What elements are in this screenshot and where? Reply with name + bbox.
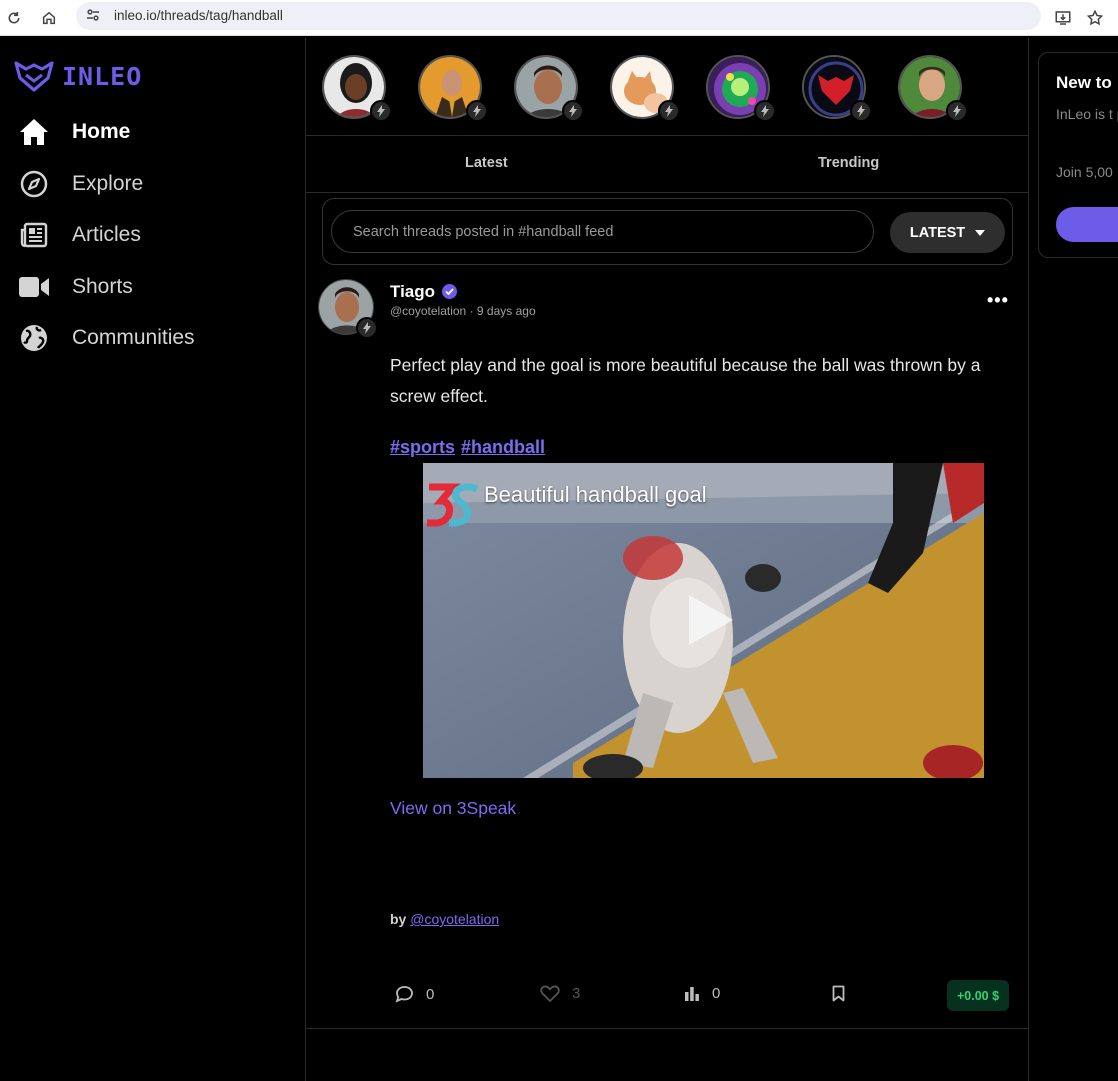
post-body: Perfect play and the goal is more beauti…	[390, 355, 981, 406]
inleo-logo[interactable]: INLEO	[14, 60, 142, 92]
lightning-icon	[562, 100, 584, 122]
comment-icon	[395, 986, 413, 1003]
signup-card-join: Join 5,00	[1056, 164, 1113, 180]
comment-count: 0	[426, 985, 435, 1003]
lightning-icon	[658, 100, 680, 122]
bookmark-icon	[832, 985, 845, 1002]
signup-card: New to InLeo is t platform. Join 5,00	[1038, 52, 1118, 258]
tag-link[interactable]: #sports	[390, 437, 455, 457]
sidebar-item-label: Communities	[72, 326, 195, 349]
sidebar-item-label: Shorts	[72, 275, 133, 298]
sort-dropdown-button[interactable]: LATEST	[890, 212, 1005, 253]
sidebar-item-label: Explore	[72, 172, 144, 195]
comment-button[interactable]: 0	[395, 985, 434, 1003]
address-url[interactable]: inleo.io/threads/tag/handball	[114, 8, 283, 23]
sidebar-item-home[interactable]: Home	[18, 116, 130, 148]
lightning-icon	[370, 100, 392, 122]
more-options-icon[interactable]: •••	[987, 290, 1009, 311]
tab-trending[interactable]: Trending	[818, 155, 879, 171]
signup-card-text: InLeo is t platform.	[1056, 106, 1118, 122]
sidebar-item-label: Articles	[72, 223, 141, 246]
views-count: 0	[712, 985, 721, 1002]
lightning-icon	[356, 317, 378, 339]
home-browser-icon[interactable]	[38, 7, 60, 29]
logo-wordmark: INLEO	[62, 61, 143, 91]
story-avatar[interactable]	[514, 55, 584, 122]
lightning-icon	[850, 100, 872, 122]
like-count: 3	[572, 985, 581, 1002]
signup-button[interactable]	[1056, 207, 1118, 242]
sort-label: LATEST	[909, 224, 966, 241]
site-info-icon[interactable]	[84, 6, 102, 24]
like-button[interactable]: 3	[540, 985, 580, 1002]
main-feed: Latest Trending LATEST Tiago @coyotelati…	[306, 38, 1029, 1081]
compass-icon	[18, 168, 50, 200]
search-input[interactable]	[331, 210, 874, 253]
globe-icon	[18, 322, 50, 354]
browser-toolbar: inleo.io/threads/tag/handball	[0, 0, 1118, 36]
heart-icon	[540, 985, 560, 1002]
caret-down-icon	[975, 229, 986, 236]
post-meta: @coyotelation · 9 days ago	[390, 304, 536, 318]
sidebar-item-shorts[interactable]: Shorts	[18, 271, 133, 303]
reload-icon[interactable]	[3, 7, 25, 29]
video-title: Beautiful handball goal	[484, 482, 707, 507]
feed-tabs: Latest Trending	[306, 136, 1029, 193]
post-tags: #sports #handball	[390, 437, 551, 458]
post-author-handle[interactable]: @coyotelation	[390, 304, 466, 318]
install-app-icon[interactable]	[1052, 7, 1074, 29]
bar-chart-icon	[685, 987, 699, 1001]
story-avatar[interactable]	[898, 55, 968, 122]
attribution-handle-link[interactable]: @coyotelation	[410, 911, 499, 927]
tab-latest[interactable]: Latest	[465, 155, 508, 171]
verified-badge-icon	[442, 284, 457, 299]
post-actions: 0 3 0 +0.00 $	[306, 978, 1029, 1012]
post-time: 9 days ago	[476, 304, 536, 318]
newspaper-icon	[18, 219, 50, 251]
lightning-icon	[754, 100, 776, 122]
payout-badge[interactable]: +0.00 $	[947, 980, 1010, 1011]
sidebar-item-explore[interactable]: Explore	[18, 168, 143, 200]
post-author-avatar[interactable]	[318, 279, 378, 339]
bookmark-button[interactable]	[832, 985, 845, 1002]
lion-logo-icon	[14, 61, 54, 92]
views-button[interactable]: 0	[684, 985, 720, 1002]
tag-link[interactable]: #handball	[461, 437, 545, 457]
3speak-logo-icon	[427, 483, 479, 527]
signup-card-title: New to	[1056, 73, 1112, 92]
meta-separator: ·	[469, 304, 477, 318]
story-avatar[interactable]	[418, 55, 488, 122]
story-avatar[interactable]	[706, 55, 776, 122]
stories-bar	[306, 38, 1029, 136]
search-panel: LATEST	[322, 198, 1013, 265]
bookmark-star-icon[interactable]	[1084, 7, 1106, 29]
lightning-icon	[946, 100, 968, 122]
post-attribution: by @coyotelation	[390, 911, 499, 927]
left-sidebar: INLEO Home Explore Articles Shorts Commu…	[0, 38, 306, 1081]
sidebar-item-label: Home	[72, 120, 131, 143]
sidebar-item-communities[interactable]: Communities	[18, 322, 195, 354]
play-icon[interactable]	[683, 593, 737, 647]
by-prefix: by	[390, 911, 407, 927]
post-author-name[interactable]: Tiago	[390, 282, 435, 302]
sidebar-item-articles[interactable]: Articles	[18, 219, 141, 251]
video-embed[interactable]: Beautiful handball goal	[423, 463, 984, 778]
story-avatar[interactable]	[322, 55, 392, 122]
lightning-icon	[466, 100, 488, 122]
view-on-3speak-link[interactable]: View on 3Speak	[390, 798, 516, 819]
home-icon	[18, 116, 50, 148]
story-avatar[interactable]	[802, 55, 872, 122]
video-camera-icon	[18, 271, 50, 303]
post-divider	[306, 1028, 1029, 1029]
story-avatar[interactable]	[610, 55, 680, 122]
